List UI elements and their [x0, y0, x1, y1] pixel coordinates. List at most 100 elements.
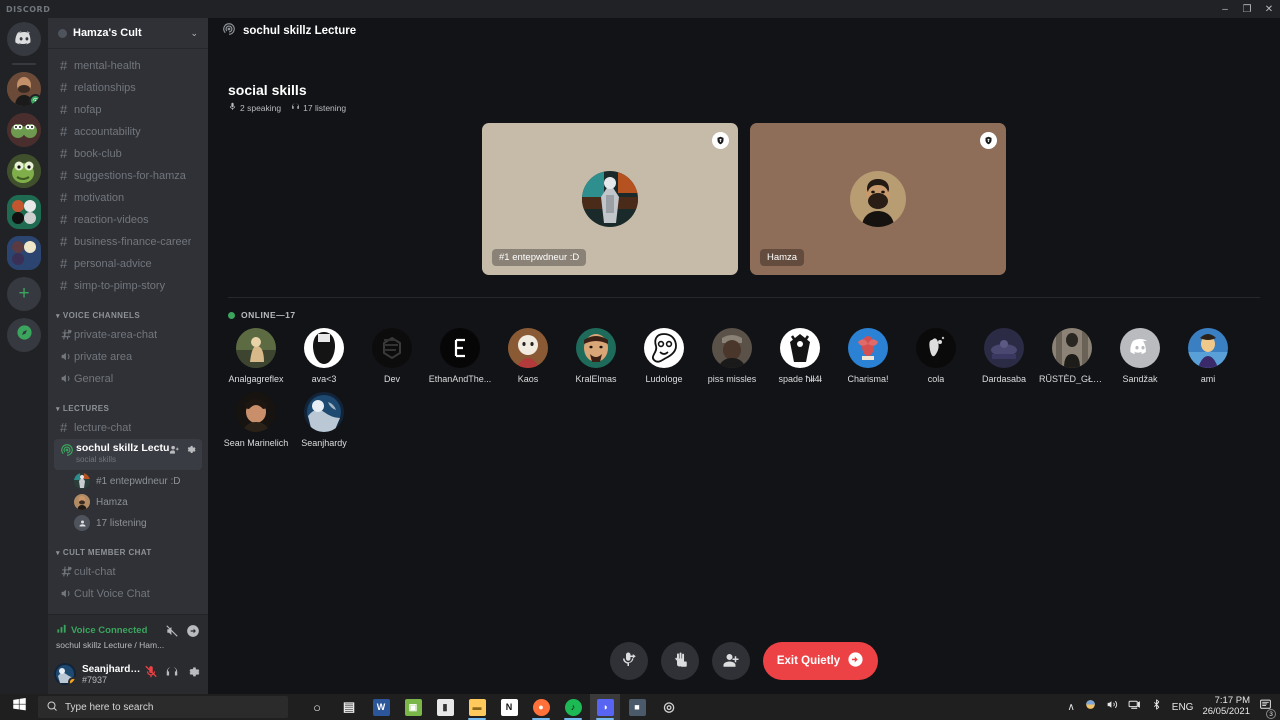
member-item[interactable]: spade ħł̶ł4̶ł — [766, 328, 834, 384]
tray-chevron-icon[interactable]: ∧ — [1067, 702, 1074, 713]
member-name: Kaos — [517, 374, 539, 384]
clock[interactable]: 7:17 PM 26/05/2021 — [1202, 695, 1250, 718]
taskbar-word-icon[interactable]: W — [366, 694, 396, 720]
member-item[interactable]: Ludologe — [630, 328, 698, 384]
channel-lecture-chat[interactable]: # lecture-chat — [54, 417, 202, 438]
channel-reaction-videos[interactable]: # reaction-videos — [54, 209, 202, 230]
mic-icon — [228, 102, 237, 113]
speaker-card[interactable]: #1 entepwdneur :D — [482, 123, 738, 275]
close-button[interactable]: ✕ — [1258, 0, 1280, 18]
guild-header[interactable]: Hamza's Cult ⌄ — [48, 18, 208, 48]
person-add-icon[interactable] — [169, 444, 180, 458]
channel-cult-chat[interactable]: cult-chat — [54, 561, 202, 582]
category-voice-channels[interactable]: ▾ VOICE CHANNELS — [48, 297, 208, 323]
network-icon[interactable] — [1128, 698, 1141, 716]
member-item[interactable]: Charisma! — [834, 328, 902, 384]
noise-suppression-icon[interactable] — [165, 624, 179, 643]
speaker-name: #1 entepwdneur :D — [492, 249, 587, 266]
headset-icon[interactable] — [165, 665, 179, 684]
search-input[interactable]: Type here to search — [38, 696, 288, 718]
sidebar-item-sochul-skillz-lecture[interactable]: sochul skillz Lecture social skills — [54, 439, 202, 470]
member-item[interactable]: Kaos — [494, 328, 562, 384]
member-item[interactable]: ami — [1174, 328, 1242, 384]
bluetooth-icon[interactable] — [1150, 698, 1163, 716]
cloud-icon[interactable] — [1084, 698, 1097, 716]
speaking-label: 2 speaking — [240, 102, 282, 113]
disconnect-icon[interactable] — [186, 624, 200, 643]
stage-area: social skills 2 speaking 17 listening #1… — [208, 44, 1280, 694]
server-icon-pepe[interactable] — [7, 154, 41, 188]
channel-cult-voice-chat[interactable]: Cult Voice Chat — [54, 583, 202, 604]
member-item[interactable]: Dev — [358, 328, 426, 384]
channel-private-area[interactable]: private area — [54, 346, 202, 367]
channel-nofap[interactable]: # nofap — [54, 99, 202, 120]
exit-quietly-button[interactable]: Exit Quietly — [762, 642, 879, 680]
channel-motivation[interactable]: # motivation — [54, 187, 202, 208]
taskbar-cortana-icon[interactable]: ○ — [302, 694, 332, 720]
member-item[interactable]: Sean Marinelich — [222, 392, 290, 448]
channel-private-area-chat[interactable]: private-area-chat — [54, 324, 202, 345]
voice-participant-hamza[interactable]: Hamza — [70, 492, 202, 512]
channel-simp-to-pimp-story[interactable]: # simp-to-pimp-story — [54, 275, 202, 296]
server-folder-green[interactable] — [7, 195, 41, 229]
taskbar-spotify-icon[interactable]: ♪ — [558, 694, 588, 720]
taskbar-browser-icon[interactable]: ◎ — [654, 694, 684, 720]
windows-start-icon — [12, 697, 27, 717]
gear-icon[interactable] — [186, 665, 200, 684]
taskbar-notion-icon[interactable]: N — [494, 694, 524, 720]
voice-participant-entepwdneur[interactable]: #1 entepwdneur :D — [70, 471, 202, 491]
server-folder-blue[interactable] — [7, 236, 41, 270]
taskbar-firefox-icon[interactable]: ● — [526, 694, 556, 720]
channel-relationships[interactable]: # relationships — [54, 77, 202, 98]
notifications-icon[interactable]: 3 — [1259, 698, 1276, 719]
add-server-button[interactable]: + — [7, 277, 41, 311]
request-to-speak-button[interactable] — [609, 642, 648, 680]
category-lectures[interactable]: ▾ LECTURES — [48, 390, 208, 416]
category-cult-member-chat[interactable]: ▾ CULT MEMBER CHAT — [48, 534, 208, 560]
member-item[interactable]: Analgagreflex — [222, 328, 290, 384]
channel-accountability[interactable]: # accountability — [54, 121, 202, 142]
avatar[interactable] — [54, 663, 76, 685]
taskbar-discord-icon[interactable]: ◑ — [590, 694, 620, 720]
minimize-button[interactable]: – — [1214, 0, 1236, 18]
mic-muted-icon[interactable] — [144, 665, 158, 684]
home-button[interactable] — [7, 22, 41, 56]
taskbar-steam-icon[interactable]: ■ — [622, 694, 652, 720]
taskbar-photos-icon[interactable]: ▣ — [398, 694, 428, 720]
taskbar-task-view-icon[interactable]: ▤ — [334, 694, 364, 720]
member-item[interactable]: ava<3 — [290, 328, 358, 384]
start-button[interactable] — [0, 694, 38, 720]
raise-hand-button[interactable] — [660, 642, 699, 680]
explore-servers-button[interactable] — [7, 318, 41, 352]
channel-business-finance-career[interactable]: # business-finance-career — [54, 231, 202, 252]
member-item[interactable]: Dardasaba — [970, 328, 1038, 384]
server-icon-frogs[interactable] — [7, 113, 41, 147]
channel-mental-health[interactable]: # mental-health — [54, 55, 202, 76]
member-item[interactable]: Seanjhardy — [290, 392, 358, 448]
gear-icon[interactable] — [185, 444, 196, 458]
voice-listeners-count[interactable]: 17 listening — [70, 513, 202, 533]
volume-icon[interactable] — [1106, 698, 1119, 716]
member-item[interactable]: cola — [902, 328, 970, 384]
channel-suggestions-for-hamza[interactable]: # suggestions-for-hamza — [54, 165, 202, 186]
member-item[interactable]: KralElmas — [562, 328, 630, 384]
member-item[interactable]: piss missles — [698, 328, 766, 384]
channel-book-club[interactable]: # book-club — [54, 143, 202, 164]
category-label: VOICE CHANNELS — [62, 311, 141, 320]
avatar — [1120, 328, 1160, 368]
server-icon-hamza[interactable] — [7, 72, 41, 106]
member-item[interactable]: RÛSTÈD_GŁÀ... — [1038, 328, 1106, 384]
channel-general[interactable]: General — [54, 368, 202, 389]
channel-personal-advice[interactable]: # personal-advice — [54, 253, 202, 274]
member-item[interactable]: EthanAndThe... — [426, 328, 494, 384]
invite-people-button[interactable] — [711, 642, 750, 680]
speaker-card[interactable]: Hamza — [750, 123, 1006, 275]
member-name: ami — [1200, 374, 1216, 384]
language-indicator[interactable]: ENG — [1172, 702, 1194, 713]
avatar — [984, 328, 1024, 368]
taskbar-app-icon[interactable]: ▮ — [430, 694, 460, 720]
channel-list[interactable]: # mental-health # relationships # nofap … — [48, 48, 208, 614]
maximize-button[interactable]: ❐ — [1236, 0, 1258, 18]
member-item[interactable]: Sandžak — [1106, 328, 1174, 384]
taskbar-file-explorer-icon[interactable]: ▬ — [462, 694, 492, 720]
